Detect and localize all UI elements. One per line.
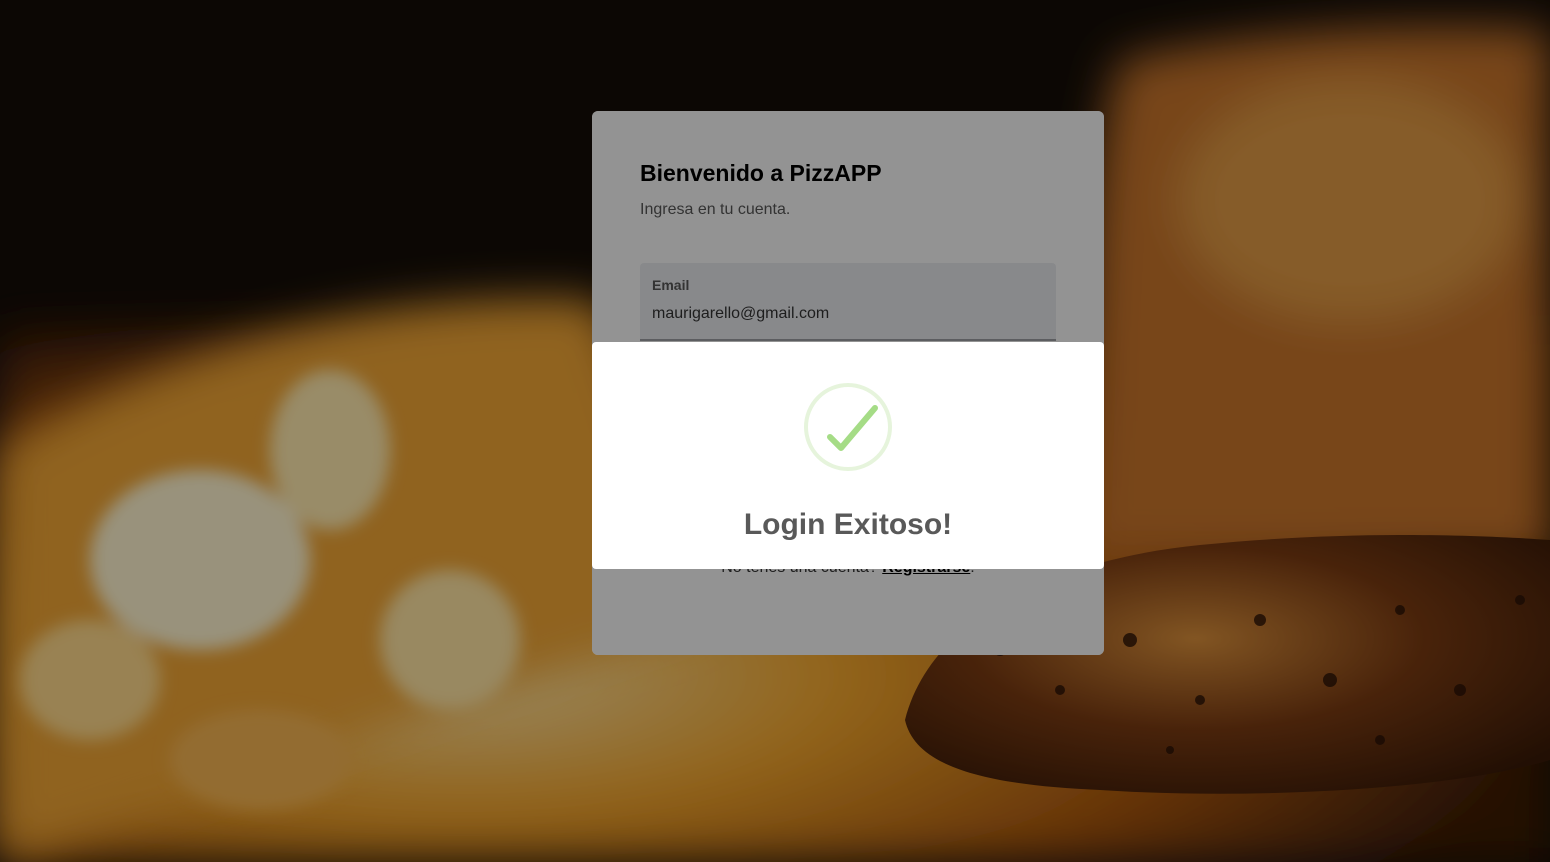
success-check-icon [804, 383, 892, 471]
success-title: Login Exitoso! [743, 508, 953, 541]
success-modal: Login Exitoso! [592, 342, 1104, 569]
